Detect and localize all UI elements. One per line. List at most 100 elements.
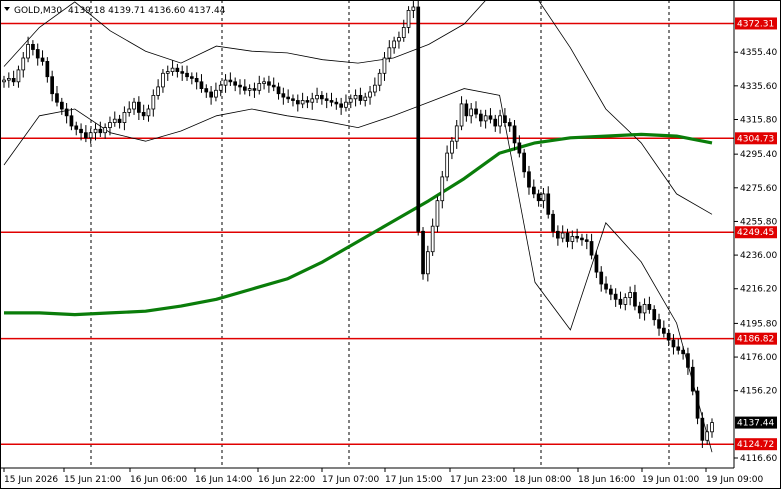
candle-bear — [503, 115, 507, 124]
candle-bear — [647, 303, 652, 310]
candle-bear — [31, 44, 35, 50]
candle-bull — [406, 9, 411, 28]
candle-bull — [170, 67, 175, 72]
candle-bear — [604, 283, 608, 290]
candle-bull — [372, 84, 377, 93]
candle-bull — [247, 88, 252, 91]
ohlc-readout: 4139.18 4139.71 4136.60 4137.44 — [68, 6, 226, 16]
candle-bull — [623, 297, 628, 305]
y-tick-label: 4176.00 — [740, 353, 777, 363]
candle-bear — [695, 390, 700, 419]
y-tick-label: 4355.40 — [740, 48, 777, 58]
candle-bear — [517, 142, 522, 154]
candle-bear — [209, 91, 213, 98]
x-tick-label: 17 Jun 07:00 — [322, 475, 379, 485]
plot-background — [0, 0, 734, 468]
candle-bull — [122, 112, 127, 124]
candle-bull — [445, 152, 450, 178]
x-tick-label: 15 Jun 2026 — [4, 475, 58, 485]
candle-bear — [238, 84, 242, 88]
candle-bear — [252, 88, 257, 91]
candle-bull — [401, 26, 406, 38]
candle-bear — [267, 81, 271, 86]
candle-bull — [146, 108, 151, 117]
price-chart: 4355.40 4335.60 4315.80 4295.40 4275.60 4255.… — [0, 0, 781, 489]
candle-bull — [2, 79, 6, 83]
level-label: 4372.31 — [737, 19, 774, 29]
candle-bear — [690, 366, 695, 392]
candle-bull — [300, 100, 305, 105]
candle-bear — [40, 57, 45, 62]
candle-bear — [536, 193, 541, 202]
candle-bull — [108, 122, 112, 128]
level-label: 4124.72 — [737, 440, 774, 450]
y-tick-label: 4255.80 — [740, 217, 777, 227]
candle-bull — [541, 193, 546, 202]
chart-header: GOLD,M30 4139.18 4139.71 4136.60 4137.44 — [4, 6, 226, 16]
x-tick-label: 16 Jun 14:00 — [195, 475, 252, 485]
candle-bear — [532, 186, 536, 195]
candle-bear — [671, 339, 676, 348]
candle-bull — [705, 431, 710, 441]
candle-bear — [324, 98, 329, 101]
y-tick-label: 4156.20 — [740, 387, 777, 397]
candle-bull — [363, 96, 368, 101]
x-tick-label: 19 Jun 09:00 — [706, 475, 763, 485]
candle-bear — [194, 78, 199, 83]
candle-bear — [271, 84, 276, 88]
candle-bull — [450, 140, 454, 154]
candle-bull — [214, 89, 218, 98]
candle-bear — [199, 81, 204, 90]
candle-bear — [575, 235, 580, 239]
candle-bear — [319, 95, 324, 100]
candle-bear — [580, 237, 584, 241]
candle-bull — [132, 101, 136, 110]
candle-bear — [185, 72, 189, 78]
candle-bull — [151, 95, 156, 110]
candle-bear — [286, 96, 291, 100]
candle-bull — [440, 176, 445, 202]
x-tick-label: 16 Jun 06:00 — [130, 475, 187, 485]
candle-bull — [425, 251, 430, 275]
candle-bull — [112, 118, 117, 123]
candle-bull — [26, 44, 30, 59]
candle-bull — [392, 40, 397, 49]
candle-bear — [45, 61, 50, 78]
candle-bear — [546, 193, 551, 215]
level-label: 4249.45 — [737, 228, 774, 238]
x-tick-label: 16 Jun 22:00 — [258, 475, 315, 485]
candle-bear — [599, 271, 604, 285]
candle-bear — [488, 115, 493, 120]
candle-bear — [594, 254, 599, 273]
candle-bear — [305, 100, 310, 103]
candle-bear — [35, 49, 40, 59]
candle-bear — [98, 128, 103, 134]
candle-bull — [127, 108, 132, 113]
candle-bear — [556, 230, 560, 239]
candle-bull — [498, 115, 502, 127]
candle-bear — [84, 132, 88, 139]
candle-bear — [175, 67, 180, 72]
x-tick-label: 18 Jun 08:00 — [514, 475, 571, 485]
candle-bull — [218, 84, 223, 91]
candle-bear — [50, 76, 55, 95]
candle-bear — [493, 118, 498, 127]
candle-bear — [141, 112, 146, 117]
candle-bear — [64, 108, 69, 117]
candle-bull — [430, 225, 435, 253]
y-tick-label: 4315.80 — [740, 115, 777, 125]
candle-bull — [223, 79, 228, 86]
candle-bull — [93, 128, 98, 134]
candle-bull — [642, 303, 647, 314]
candle-bear — [474, 108, 478, 115]
candle-bull — [156, 86, 160, 96]
candle-bull — [377, 72, 382, 86]
candle-bull — [165, 71, 170, 74]
candle-bull — [16, 69, 21, 83]
candle-bear — [180, 71, 185, 74]
symbol-label: GOLD,M30 — [14, 6, 62, 16]
candle-bear — [74, 125, 79, 130]
candle-bear — [69, 115, 74, 127]
candle-bull — [382, 57, 387, 74]
level-label: 4304.73 — [737, 134, 774, 144]
